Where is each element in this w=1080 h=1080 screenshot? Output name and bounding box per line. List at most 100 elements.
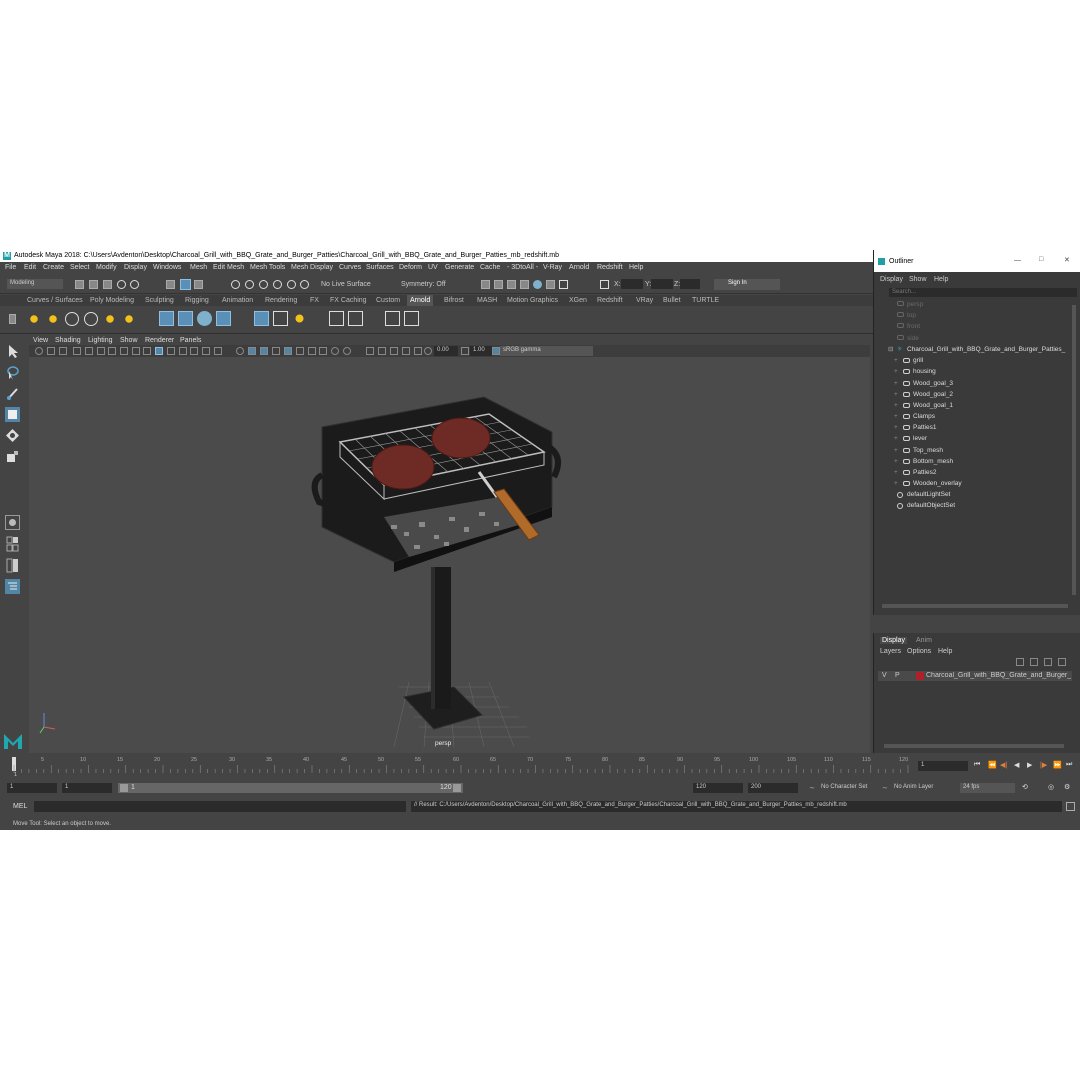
- texture-icon[interactable]: [329, 311, 344, 326]
- exposure-icon[interactable]: [424, 347, 432, 355]
- outliner-item-wood-goal-1[interactable]: Wood_goal_1: [913, 402, 953, 409]
- menu-curves[interactable]: Curves: [339, 264, 361, 271]
- layer-visibility-toggle[interactable]: V: [882, 672, 887, 679]
- two-pane-icon[interactable]: [5, 558, 20, 573]
- snap-grid-icon[interactable]: [231, 280, 240, 289]
- playback-end-field[interactable]: 120: [693, 783, 743, 793]
- render-settings-icon[interactable]: [520, 280, 529, 289]
- layer-color-swatch[interactable]: [916, 672, 924, 680]
- photometric-light-icon[interactable]: [65, 312, 79, 326]
- shelf-tab-curves-surfaces[interactable]: Curves / Surfaces: [27, 297, 83, 304]
- vp-menu-show[interactable]: Show: [120, 337, 138, 344]
- menu-mesh-tools[interactable]: Mesh Tools: [250, 264, 285, 271]
- menu-create[interactable]: Create: [43, 264, 64, 271]
- shelf-tab-mash[interactable]: MASH: [477, 297, 497, 304]
- scene-3d-view[interactable]: [29, 357, 870, 753]
- shelf-menu-icon[interactable]: [9, 314, 16, 324]
- menu-mesh-display[interactable]: Mesh Display: [291, 264, 333, 271]
- menu-redshift[interactable]: Redshift: [597, 264, 623, 271]
- render-frame-icon[interactable]: [494, 280, 503, 289]
- expand-icon[interactable]: +: [894, 469, 898, 476]
- isolate-icon[interactable]: [236, 347, 244, 355]
- character-set-dropdown[interactable]: No Character Set: [818, 783, 876, 793]
- outliner-item-top-mesh[interactable]: Top_mesh: [913, 447, 943, 454]
- redo-icon[interactable]: [130, 280, 139, 289]
- undo-icon[interactable]: [117, 280, 126, 289]
- move-tool-icon[interactable]: [5, 407, 20, 422]
- select-object-icon[interactable]: [180, 279, 191, 290]
- anim-layer-dropdown[interactable]: No Anim Layer: [891, 783, 949, 793]
- tx-manager-icon[interactable]: [348, 311, 363, 326]
- camera-attr-icon[interactable]: [47, 347, 55, 355]
- gamma-field[interactable]: 1.00: [470, 346, 492, 356]
- expand-icon[interactable]: +: [894, 435, 898, 442]
- expand-icon[interactable]: +: [894, 402, 898, 409]
- smooth-shade-icon[interactable]: [167, 347, 175, 355]
- select-component-icon[interactable]: [194, 280, 203, 289]
- snap-surface-icon[interactable]: [287, 280, 296, 289]
- shelf-tab-fx-caching[interactable]: FX Caching: [330, 297, 367, 304]
- scale-tool-icon[interactable]: [5, 449, 20, 464]
- auto-key-icon[interactable]: ◎: [1048, 783, 1054, 791]
- play-forward-icon[interactable]: ▶: [1027, 761, 1032, 769]
- shelf-tab-turtle[interactable]: TURTLE: [692, 297, 719, 304]
- expand-icon[interactable]: +: [894, 480, 898, 487]
- gamma-icon[interactable]: [461, 347, 469, 355]
- shelf-tab-custom[interactable]: Custom: [376, 297, 400, 304]
- layer-playback-toggle[interactable]: P: [895, 672, 900, 679]
- mesh-light-icon[interactable]: [46, 312, 60, 326]
- curve-collector-icon[interactable]: [197, 311, 212, 326]
- lights-icon[interactable]: [202, 347, 210, 355]
- script-language-label[interactable]: MEL: [13, 803, 27, 810]
- grid-toggle-icon[interactable]: [402, 347, 410, 355]
- film-gate-icon[interactable]: [120, 347, 128, 355]
- outliner-item-default-light-set[interactable]: defaultLightSet: [907, 491, 950, 498]
- material-icon[interactable]: [292, 311, 307, 326]
- exposure-sphere-icon[interactable]: [331, 347, 339, 355]
- layer-menu-options[interactable]: Options: [907, 648, 931, 655]
- menu-arnold[interactable]: Arnold: [569, 264, 589, 271]
- outliner-item-side[interactable]: side: [907, 335, 919, 342]
- layer-scrollbar[interactable]: [884, 744, 1064, 748]
- command-input[interactable]: [34, 801, 406, 812]
- menu-modify[interactable]: Modify: [96, 264, 117, 271]
- close-icon[interactable]: ✕: [1064, 256, 1070, 264]
- expand-icon[interactable]: +: [894, 357, 898, 364]
- snap-curve-icon[interactable]: [245, 280, 254, 289]
- outliner-item-wood-goal-3[interactable]: Wood_goal_3: [913, 380, 953, 387]
- layer-move-up-icon[interactable]: [1016, 658, 1024, 666]
- outliner-vertical-scrollbar[interactable]: [1072, 305, 1076, 595]
- z-field[interactable]: [680, 279, 700, 289]
- expand-icon[interactable]: +: [894, 424, 898, 431]
- viewport-panel[interactable]: View Shading Lighting Show Renderer Pane…: [29, 336, 870, 753]
- expand-icon[interactable]: +: [894, 458, 898, 465]
- time-slider[interactable]: 1 5 10 15 20 25 30 35 40 45 50 55 60 65 …: [0, 753, 1080, 779]
- lasso-tool-icon[interactable]: [5, 365, 20, 380]
- step-back-key-icon[interactable]: ⏪: [988, 761, 997, 769]
- outliner-item-bottom-mesh[interactable]: Bottom_mesh: [913, 458, 953, 465]
- mode-dropdown[interactable]: Modeling: [7, 279, 63, 289]
- image-plane-icon[interactable]: [73, 347, 81, 355]
- shelf-tab-motion-graphics[interactable]: Motion Graphics: [507, 297, 558, 304]
- shelf-tab-poly-modeling[interactable]: Poly Modeling: [90, 297, 134, 304]
- menu-generate[interactable]: Generate: [445, 264, 474, 271]
- outliner-item-wooden-overlay[interactable]: Wooden_overlay: [913, 480, 962, 487]
- render-view-icon[interactable]: [481, 280, 490, 289]
- collapse-icon[interactable]: ⊟: [888, 345, 893, 353]
- standin-icon[interactable]: [159, 311, 174, 326]
- depth-of-field-icon[interactable]: [319, 347, 327, 355]
- area-light-icon[interactable]: [27, 312, 41, 326]
- outliner-item-housing[interactable]: housing: [913, 368, 936, 375]
- select-hierarchy-icon[interactable]: [166, 280, 175, 289]
- outliner-item-persp[interactable]: persp: [907, 301, 923, 308]
- xray-joints-icon[interactable]: [260, 347, 268, 355]
- single-pane-icon[interactable]: [5, 515, 20, 530]
- shelf-tab-rendering[interactable]: Rendering: [265, 297, 297, 304]
- animation-start-field[interactable]: 1: [7, 783, 57, 793]
- open-scene-icon[interactable]: [89, 280, 98, 289]
- four-pane-icon[interactable]: [5, 536, 20, 552]
- step-forward-frame-icon[interactable]: |▶: [1040, 761, 1047, 769]
- menu-deform[interactable]: Deform: [399, 264, 422, 271]
- vp-menu-lighting[interactable]: Lighting: [88, 337, 113, 344]
- rotate-tool-icon[interactable]: [5, 428, 20, 443]
